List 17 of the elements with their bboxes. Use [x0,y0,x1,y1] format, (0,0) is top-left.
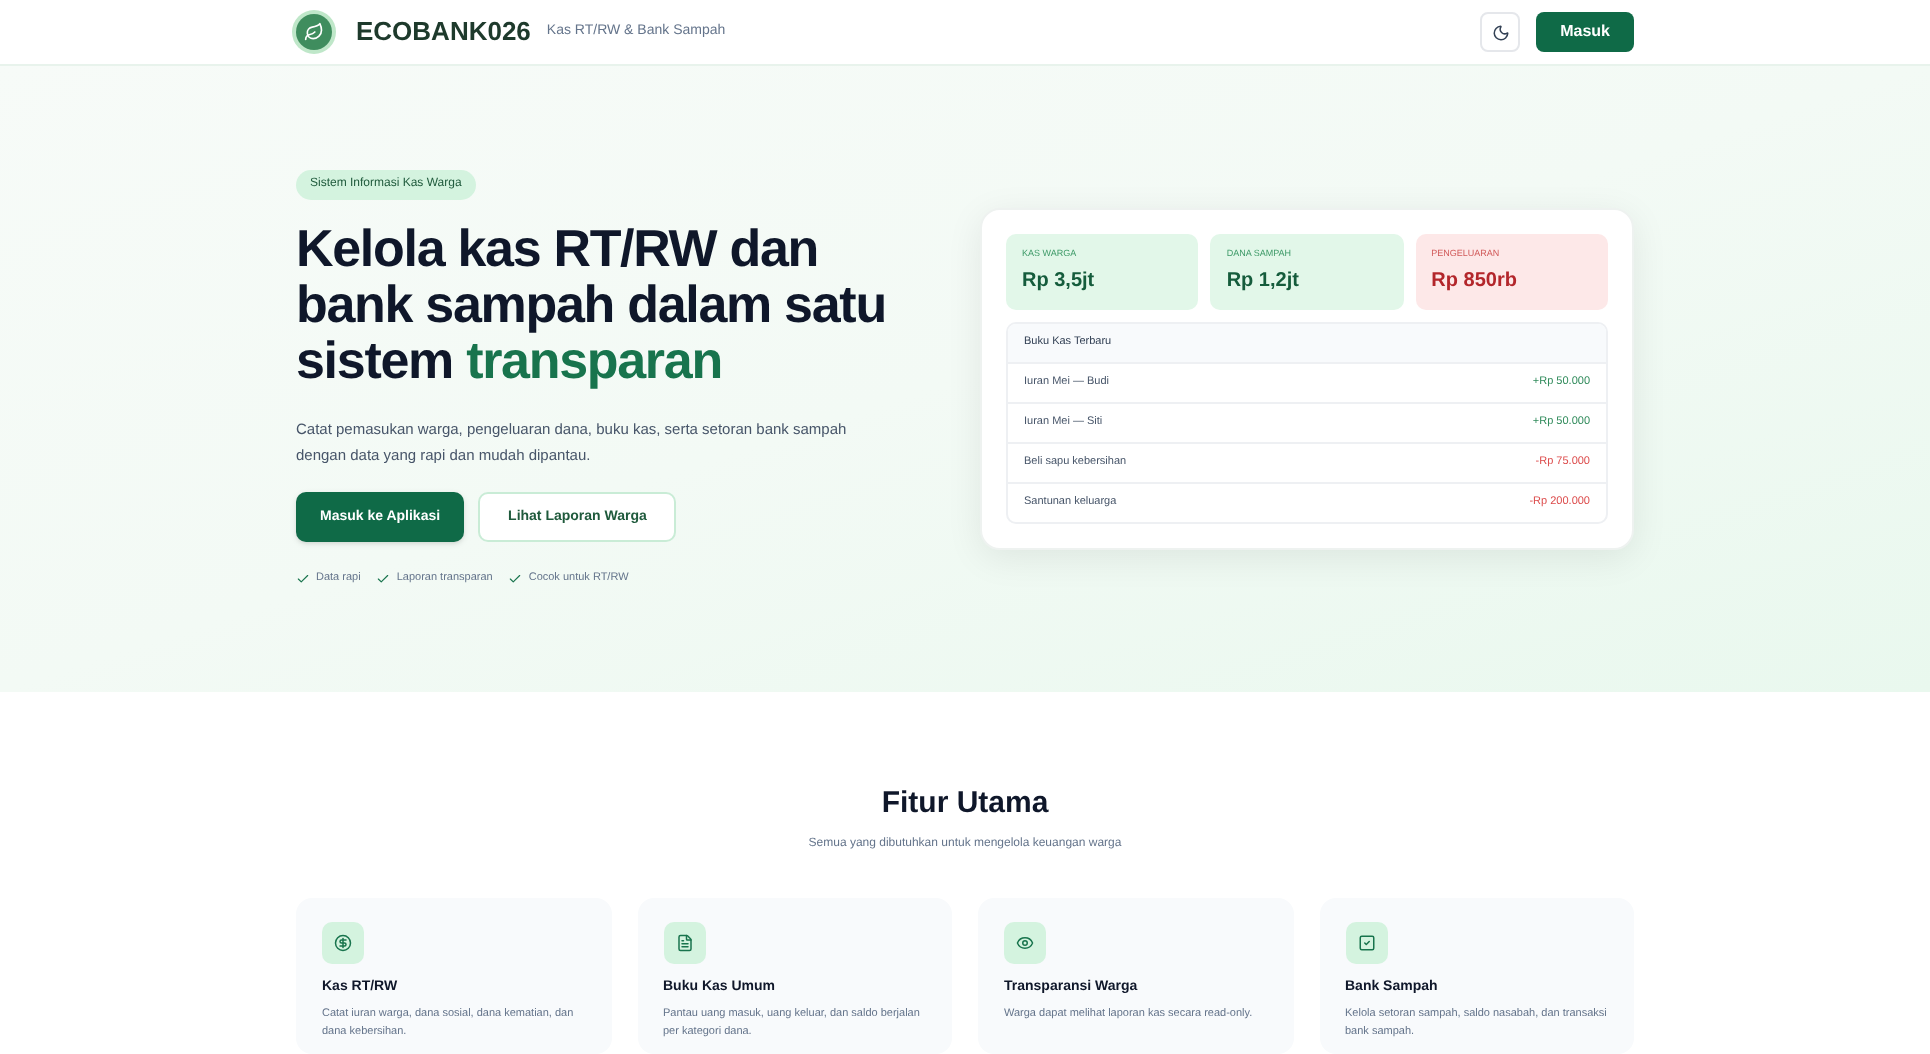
dollar-coin-icon [322,921,364,963]
logo-icon [296,14,332,50]
check-icon [508,572,523,586]
document-icon [663,921,705,963]
check-icon [376,572,391,586]
login-button[interactable]: Masuk [1536,12,1634,52]
hero-headline: Kelola kas RT/RW dan bank sampah dalam satu sistem transparan [296,220,888,389]
brand-name: ECOBANK026 [356,14,531,51]
stat-value: Rp 3,5jt [1022,267,1097,296]
check-icon [296,572,310,586]
theme-toggle-button[interactable] [1480,12,1521,52]
stat-value: Rp 850rb [1431,267,1519,296]
stat-value: Rp 1,2jt [1226,267,1301,296]
moon-icon [1491,23,1510,41]
checkbox-icon [1345,921,1387,963]
eye-icon [1004,921,1046,963]
section-title: Fitur Utama [879,784,1051,824]
